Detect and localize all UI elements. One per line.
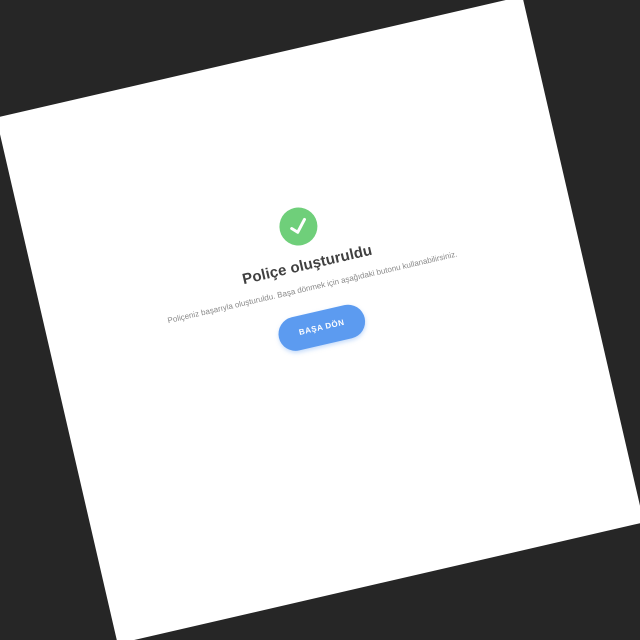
success-badge: [275, 203, 322, 250]
screen: Poliçe oluşturuldu Poliçeniz başarıyla o…: [0, 0, 640, 640]
confirmation-panel: Poliçe oluşturuldu Poliçeniz başarıyla o…: [31, 147, 589, 405]
back-to-start-button[interactable]: BAŞA DÖN: [275, 301, 369, 355]
confirmation-page: Poliçe oluşturuldu Poliçeniz başarıyla o…: [0, 0, 640, 640]
check-icon: [290, 217, 306, 234]
